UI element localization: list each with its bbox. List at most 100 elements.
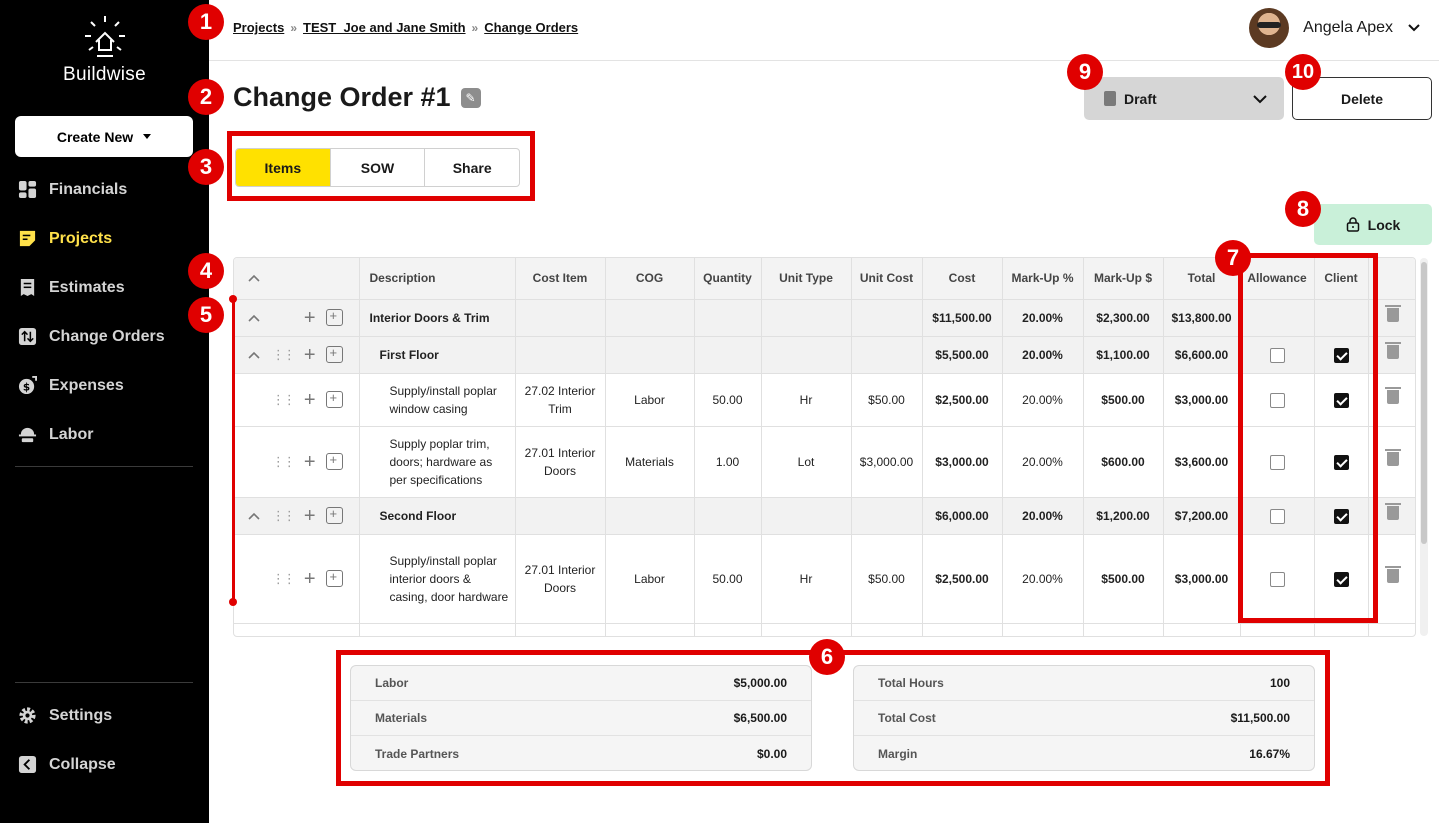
row-unit-type[interactable] [761,299,852,337]
trash-icon[interactable] [1384,342,1401,359]
drag-handle-icon[interactable]: ⋮⋮ [272,391,296,409]
sidebar-item-financials[interactable]: Financials [0,165,209,214]
add-icon[interactable]: + [304,345,316,365]
sidebar-item-labor[interactable]: Labor [0,410,209,459]
add-icon[interactable]: + [304,390,316,410]
row-unit-type[interactable]: Hr [761,534,852,624]
table-row [234,623,1415,636]
row-description[interactable]: Supply/install poplar interior doors & c… [359,534,516,624]
drag-handle-icon[interactable]: ⋮⋮ [272,346,296,364]
row-total: $13,800.00 [1163,299,1241,337]
annotation-badge: 8 [1285,191,1321,227]
row-cog[interactable]: Materials [605,426,695,498]
row-markup-pct[interactable]: 20.00% [1002,373,1084,427]
row-cost-item[interactable]: 27.01 Interior Doors [515,426,606,498]
svg-text:$: $ [23,381,30,393]
duplicate-icon[interactable] [325,307,343,326]
row-unit-type[interactable] [761,336,852,374]
drag-handle-icon[interactable]: ⋮⋮ [272,570,296,588]
table-scrollbar-thumb[interactable] [1421,262,1427,544]
row-unit-cost[interactable] [851,497,923,535]
row-quantity[interactable] [694,497,762,535]
row-unit-type[interactable] [761,497,852,535]
row-markup-pct[interactable]: 20.00% [1002,497,1084,535]
lock-button[interactable]: Lock [1314,204,1432,245]
row-cost-item[interactable] [515,299,606,337]
brand-logo[interactable]: Buildwise [0,14,209,86]
sidebar-item-estimates[interactable]: Estimates [0,263,209,312]
row-quantity[interactable]: 1.00 [694,426,762,498]
row-unit-type[interactable]: Hr [761,373,852,427]
annotation-badge: 10 [1285,54,1321,90]
drag-handle-icon[interactable]: ⋮⋮ [272,453,296,471]
row-description[interactable]: First Floor [359,336,516,374]
row-unit-cost[interactable]: $50.00 [851,534,923,624]
row-unit-cost[interactable]: $50.00 [851,373,923,427]
row-description[interactable]: Interior Doors & Trim [359,299,516,337]
row-markup-pct[interactable]: 20.00% [1002,336,1084,374]
sidebar-item-collapse[interactable]: Collapse [0,740,209,789]
row-unit-cost[interactable] [851,336,923,374]
col-cost-item: Cost Item [515,258,606,300]
add-icon[interactable]: + [304,506,316,526]
breadcrumb-change-orders[interactable]: Change Orders [484,20,578,35]
col-description: Description [359,258,516,300]
annotation-badge: 1 [188,4,224,40]
trash-icon[interactable] [1384,305,1401,322]
chevron-up-icon[interactable] [248,512,260,520]
chevron-up-icon[interactable] [248,351,260,359]
row-quantity[interactable] [694,336,762,374]
row-description[interactable]: Second Floor [359,497,516,535]
trash-icon[interactable] [1384,449,1401,466]
row-unit-cost[interactable]: $3,000.00 [851,426,923,498]
breadcrumb-projects[interactable]: Projects [233,20,284,35]
row-cost-item[interactable] [515,497,606,535]
row-quantity[interactable]: 50.00 [694,373,762,427]
row-cost-item[interactable]: 27.02 Interior Trim [515,373,606,427]
row-markup-pct[interactable]: 20.00% [1002,534,1084,624]
chevron-up-icon[interactable] [248,314,260,322]
row-cog[interactable] [605,497,695,535]
row-cog[interactable] [605,299,695,337]
row-unit-type[interactable]: Lot [761,426,852,498]
trash-icon[interactable] [1384,503,1401,520]
col-cost: Cost [922,258,1003,300]
trash-icon[interactable] [1384,387,1401,404]
trash-icon[interactable] [1384,566,1401,583]
row-unit-cost[interactable] [851,299,923,337]
estimates-icon [20,278,35,297]
row-description[interactable]: Supply/install poplar window casing [359,373,516,427]
row-cog[interactable]: Labor [605,534,695,624]
row-quantity[interactable]: 50.00 [694,534,762,624]
row-markup-pct[interactable]: 20.00% [1002,426,1084,498]
sidebar-nav: Financials Projects Estimates Change Ord… [0,165,209,459]
duplicate-icon[interactable] [325,505,343,524]
row-cost: $5,500.00 [922,336,1003,374]
row-markup-pct[interactable]: 20.00% [1002,299,1084,337]
row-cog[interactable]: Labor [605,373,695,427]
duplicate-icon[interactable] [325,344,343,363]
user-menu[interactable]: Angela Apex [1249,8,1421,48]
sidebar-item-change-orders[interactable]: Change Orders [0,312,209,361]
duplicate-icon[interactable] [325,451,343,470]
row-cost-item[interactable] [515,336,606,374]
sidebar-item-settings[interactable]: Settings [0,691,209,740]
create-new-button[interactable]: Create New [15,116,193,157]
status-dropdown[interactable]: Draft [1084,77,1284,120]
row-quantity[interactable] [694,299,762,337]
col-unit-cost: Unit Cost [851,258,923,300]
sidebar-item-projects[interactable]: Projects [0,214,209,263]
duplicate-icon[interactable] [325,389,343,408]
chevron-up-icon[interactable] [248,274,260,282]
breadcrumb-project[interactable]: TEST_Joe and Jane Smith [303,20,466,35]
edit-icon[interactable]: ✎ [460,87,481,108]
drag-handle-icon[interactable]: ⋮⋮ [272,507,296,525]
add-icon[interactable]: + [304,452,316,472]
duplicate-icon[interactable] [325,568,343,587]
row-cog[interactable] [605,336,695,374]
add-icon[interactable]: + [304,569,316,589]
add-icon[interactable]: + [304,308,316,328]
row-description[interactable]: Supply poplar trim, doors; hardware as p… [359,426,516,498]
sidebar-item-expenses[interactable]: $ Expenses [0,361,209,410]
row-cost-item[interactable]: 27.01 Interior Doors [515,534,606,624]
